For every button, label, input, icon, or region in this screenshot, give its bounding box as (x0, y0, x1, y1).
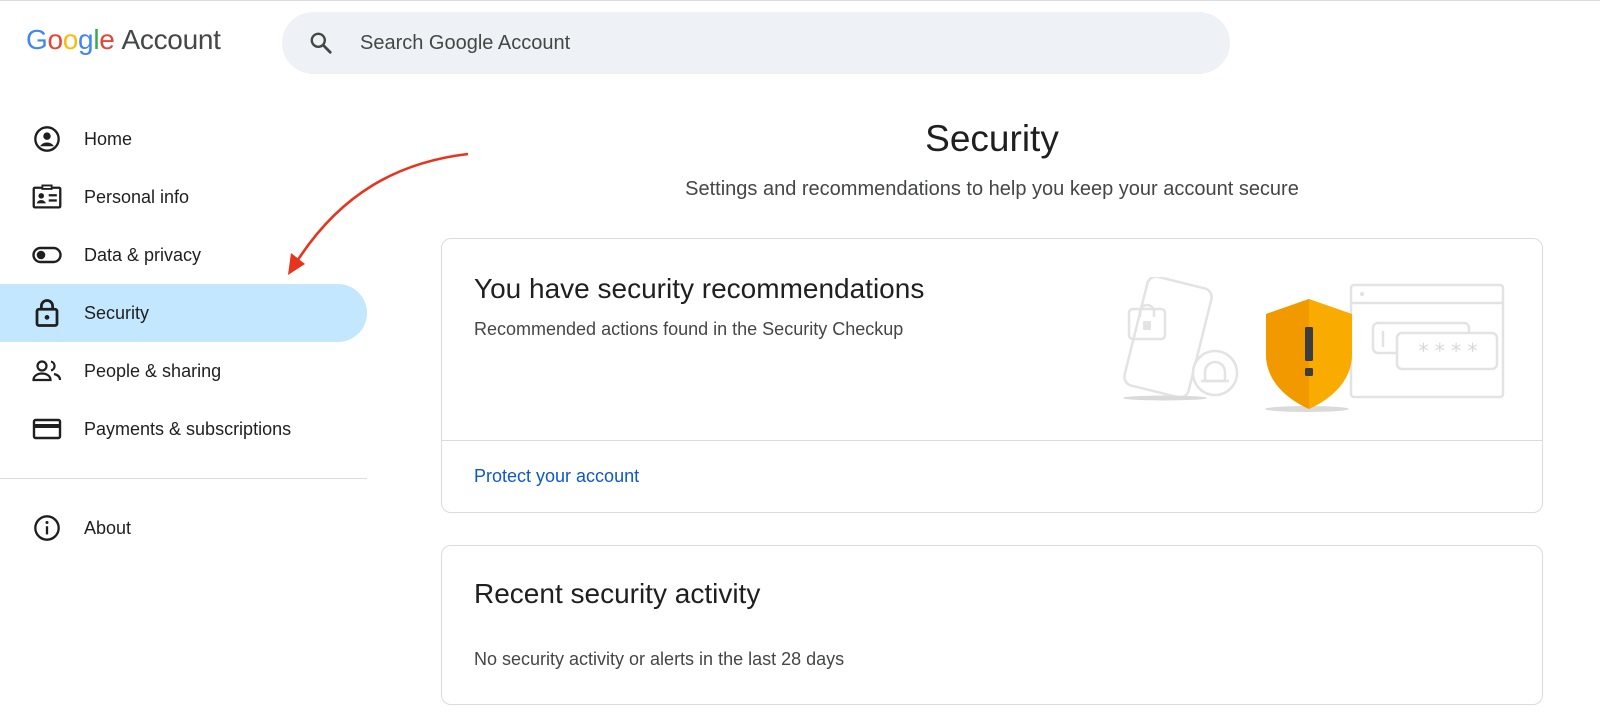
search-bar[interactable]: Search Google Account (282, 12, 1230, 74)
recent-security-activity-card[interactable]: Recent security activity No security act… (441, 545, 1543, 705)
id-card-icon (32, 182, 62, 212)
warning-shield-icon (1265, 299, 1352, 412)
sidebar-item-label: People & sharing (84, 360, 222, 381)
google-account-logo[interactable]: Google Account (26, 24, 221, 60)
sidebar-item-label: Security (84, 302, 150, 323)
card-title: You have security recommendations (474, 273, 925, 304)
sidebar-item-label: About (84, 517, 132, 538)
sidebar-divider (0, 478, 367, 479)
bell-icon (1191, 349, 1239, 397)
protect-account-link[interactable]: Protect your account (474, 466, 639, 487)
card-description: Recommended actions found in the Securit… (474, 319, 904, 339)
page-subtitle: Settings and recommendations to help you… (685, 178, 1299, 200)
logo-account-text: Account (121, 24, 221, 55)
logo-letter: o (62, 24, 79, 55)
card-title: Recent security activity (474, 578, 761, 609)
sidebar-item-about[interactable]: About (0, 499, 367, 557)
search-icon[interactable] (308, 30, 334, 56)
top-border (0, 0, 1600, 1)
search-input[interactable]: Search Google Account (360, 32, 570, 55)
sidebar-item-security[interactable]: Security (0, 284, 367, 342)
lock-icon (32, 298, 62, 328)
info-icon (32, 513, 62, 543)
page-title: Security (925, 118, 1059, 159)
card-description: No security activity or alerts in the la… (474, 649, 845, 669)
sidebar-item-label: Payments & subscriptions (84, 418, 292, 439)
toggle-icon (32, 240, 62, 270)
sidebar-item-payments[interactable]: Payments & subscriptions (0, 400, 367, 458)
people-icon (32, 356, 62, 386)
sidebar-item-people-sharing[interactable]: People & sharing (0, 342, 367, 400)
sidebar-item-label: Personal info (84, 186, 190, 207)
security-recommendations-card[interactable]: You have security recommendations Recomm… (441, 238, 1543, 513)
logo-letter: g (78, 24, 94, 55)
sidebar-item-label: Home (84, 128, 133, 149)
logo-letter: e (99, 24, 115, 55)
password-mask-text: * * * * (1418, 339, 1477, 363)
logo-letter: G (26, 24, 48, 55)
card-divider (442, 440, 1542, 441)
credit-card-icon (32, 414, 62, 444)
logo-letter: o (47, 24, 63, 55)
security-warning-illustration: * * * * (1123, 277, 1505, 412)
sidebar-item-label: Data & privacy (84, 244, 202, 265)
browser-window-icon: * * * * (1349, 283, 1505, 399)
account-circle-icon (32, 124, 62, 154)
